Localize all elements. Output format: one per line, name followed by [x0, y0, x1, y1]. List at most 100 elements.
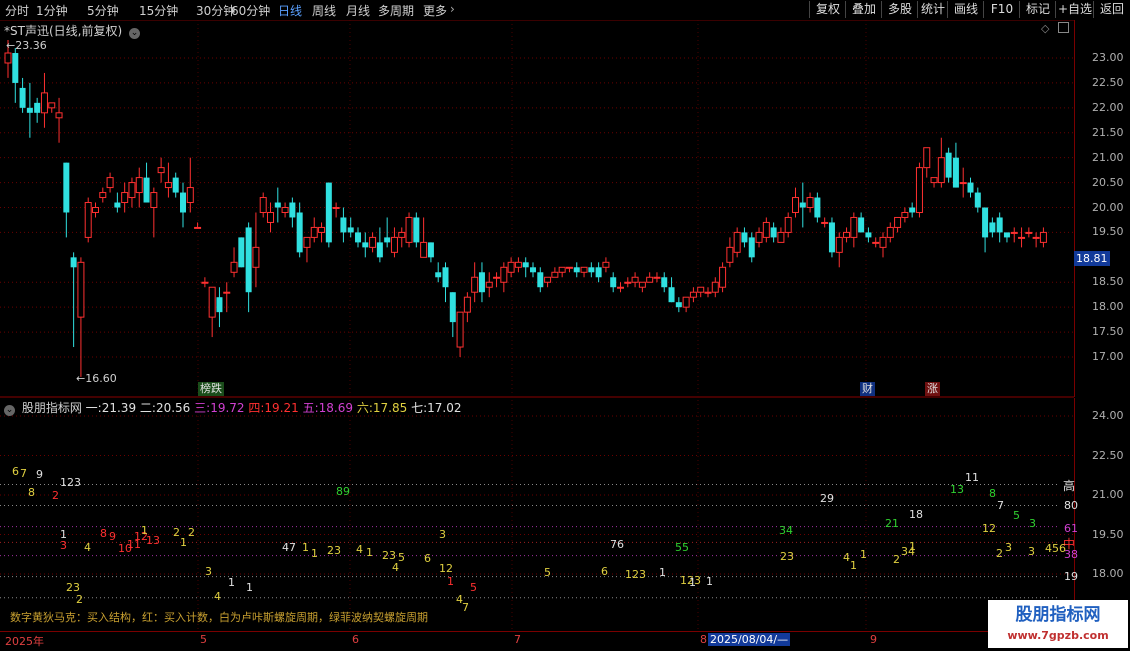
back-button[interactable]: 返回	[1093, 1, 1130, 18]
indicator-count-number: 1	[180, 536, 187, 549]
price-axis-label: 22.00	[1092, 100, 1124, 114]
candle-body-down	[435, 272, 442, 278]
indicator-axis-label: 24.00	[1092, 409, 1124, 422]
candle-body-up	[1039, 231, 1047, 243]
candle-body-up	[719, 266, 727, 288]
line-one-value: 21.39	[101, 401, 137, 415]
candle-body-down	[478, 272, 485, 293]
candle-body-down	[289, 202, 296, 218]
period-multi[interactable]: 多周期	[378, 2, 414, 19]
candle-body-up	[135, 177, 143, 194]
price-axis-label: 21.00	[1092, 150, 1124, 164]
indicator-count-number: 2	[188, 526, 195, 539]
event-tag-rise[interactable]: 涨	[925, 382, 940, 396]
indicator-count-number: 34	[779, 524, 793, 537]
candle-body-up	[99, 192, 107, 199]
indicator-count-number: 2	[893, 553, 900, 566]
candle-body-down	[858, 217, 865, 233]
indicator-count-number: 1	[850, 559, 857, 572]
period-60min[interactable]: 60分钟	[231, 2, 270, 19]
period-toolbar: 分时 1分钟 5分钟 15分钟 30分钟 日线 60分钟 周线 月线 多周期 更…	[0, 0, 1130, 21]
indicator-count-number: 13	[146, 534, 160, 547]
candle-body-up	[602, 261, 610, 268]
indicator-count-number: 1	[909, 540, 916, 553]
mark-button[interactable]: 标记	[1019, 1, 1056, 18]
candle-body-down	[347, 227, 354, 233]
period-minute[interactable]: 分时	[5, 2, 29, 19]
indicator-count-number: 23	[780, 550, 794, 563]
period-30min[interactable]: 30分钟	[196, 2, 235, 19]
candle-body-up	[617, 286, 624, 289]
watermark-url: www.7gpzb.com	[1007, 629, 1109, 642]
f10-button[interactable]: F10	[983, 1, 1020, 18]
candle-body-up	[281, 207, 289, 213]
side-label-high: 高	[1063, 479, 1076, 493]
candle-body-down	[799, 202, 806, 208]
line-four-label: 四:	[248, 401, 265, 415]
indicator-count-number: 4	[214, 590, 221, 603]
candle-body-up	[806, 197, 814, 209]
stats-button[interactable]: 统计	[917, 1, 948, 18]
period-5min[interactable]: 5分钟	[87, 2, 119, 19]
candle-body-up	[923, 147, 931, 169]
indicator-count-number: 3	[60, 539, 67, 552]
candle-body-up	[755, 231, 763, 243]
indicator-count-number: 6	[12, 465, 19, 478]
adjust-button[interactable]: 复权	[809, 1, 846, 18]
indicator-count-number: 123	[625, 568, 646, 581]
candle-body-up	[1010, 231, 1018, 234]
add-favorite-button[interactable]: +自选	[1055, 1, 1094, 18]
chevron-right-icon[interactable]: ›	[450, 2, 455, 16]
period-monthly[interactable]: 月线	[346, 2, 370, 19]
overlay-button[interactable]: 叠加	[845, 1, 882, 18]
indicator-count-number: 8	[989, 487, 996, 500]
period-weekly[interactable]: 周线	[312, 2, 336, 19]
chevron-down-icon[interactable]: ⌄	[4, 405, 15, 416]
line-six-value: 17.85	[372, 401, 408, 415]
indicator-count-number: 5	[1013, 509, 1020, 522]
period-daily[interactable]: 日线	[278, 2, 302, 19]
indicator-count-number: 3	[439, 528, 446, 541]
candle-body-up	[223, 291, 231, 294]
period-15min[interactable]: 15分钟	[139, 2, 178, 19]
indicator-axis-label: 21.00	[1092, 488, 1124, 501]
indicator-count-number: 1	[246, 581, 253, 594]
multi-stock-button[interactable]: 多股	[881, 1, 918, 18]
indicator-count-number: 12	[439, 562, 453, 575]
candle-body-down	[12, 53, 19, 83]
indicator-count-number: 55	[675, 541, 689, 554]
indicator-count-number: 1	[366, 546, 373, 559]
candle-body-up	[835, 236, 843, 253]
indicator-axis-label: 19.50	[1092, 527, 1124, 541]
candle-body-up	[500, 266, 508, 283]
candle-body-down	[114, 202, 121, 208]
candle-body-down	[180, 192, 186, 213]
indicator-count-number: 89	[336, 485, 350, 498]
candle-body-down	[770, 227, 777, 238]
candle-body-up	[92, 207, 99, 213]
price-axis-label: 20.00	[1092, 200, 1124, 214]
candle-body-up	[784, 216, 792, 233]
period-more[interactable]: 更多	[423, 2, 447, 19]
price-axis-label: 17.00	[1092, 350, 1124, 363]
line-three-value: 19.72	[210, 401, 245, 415]
candle-body-down	[537, 272, 544, 288]
event-tag-list[interactable]: 榜跌	[198, 382, 224, 396]
indicator-count-number: 18	[909, 508, 923, 521]
candle-body-up	[762, 221, 770, 238]
event-tag-finance[interactable]: 财	[860, 382, 875, 396]
draw-button[interactable]: 画线	[947, 1, 984, 18]
indicator-axis-label: 22.50	[1092, 448, 1124, 462]
line-seven-value: 17.02	[427, 401, 462, 415]
candle-body-down	[427, 242, 434, 258]
candle-body-down	[362, 242, 369, 248]
period-1min[interactable]: 1分钟	[36, 2, 68, 19]
candle-body-up	[332, 207, 340, 209]
candle-body-up	[697, 286, 705, 293]
indicator-count-number: 1	[706, 575, 713, 588]
candle-body-down	[828, 222, 835, 253]
candle-body-up	[689, 291, 697, 298]
indicator-count-number: 76	[610, 538, 624, 551]
candle-body-up	[937, 157, 945, 184]
candle-body-down	[442, 267, 449, 288]
